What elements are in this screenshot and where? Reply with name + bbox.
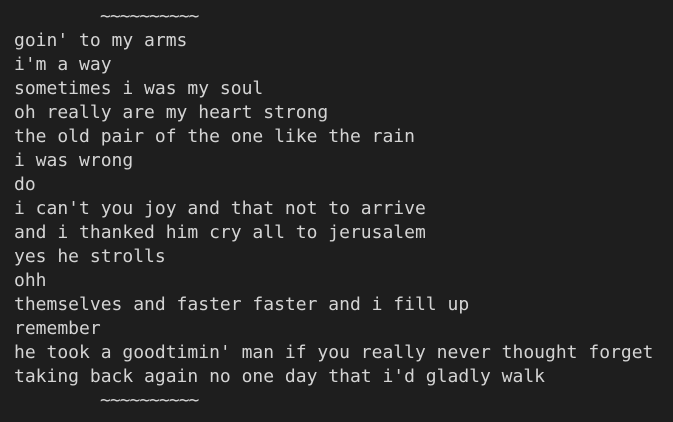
- text-line-1: goin' to my arms: [14, 30, 188, 51]
- text-line-9: and i thanked him cry all to jerusalem: [14, 222, 426, 243]
- text-line-2: i'm a way: [14, 54, 112, 75]
- text-line-8: i can't you joy and that not to arrive: [14, 198, 426, 219]
- text-line-11: ohh: [14, 270, 47, 291]
- terminal-output: ~~~~~~~~~~ goin' to my arms i'm a way so…: [0, 0, 673, 422]
- text-line-5: the old pair of the one like the rain: [14, 126, 415, 147]
- text-line-14: he took a goodtimin' man if you really n…: [14, 342, 654, 363]
- divider-top: ~~~~~~~~~~: [100, 6, 199, 27]
- text-line-12: themselves and faster faster and i fill …: [14, 294, 470, 315]
- text-line-7: do: [14, 174, 36, 195]
- text-line-10: yes he strolls: [14, 246, 166, 267]
- text-line-15: taking back again no one day that i'd gl…: [14, 366, 546, 387]
- divider-bottom: ~~~~~~~~~~: [100, 390, 199, 411]
- text-line-4: oh really are my heart strong: [14, 102, 329, 123]
- text-line-6: i was wrong: [14, 150, 134, 171]
- text-line-13: remember: [14, 318, 101, 339]
- text-line-3: sometimes i was my soul: [14, 78, 264, 99]
